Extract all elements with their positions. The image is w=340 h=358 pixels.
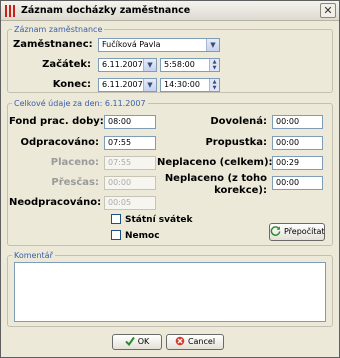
recalculate-button[interactable]: Přepočítat <box>269 223 325 241</box>
worked-label: Odpracováno: <box>20 137 99 148</box>
unpaid-total-label: Neplaceno (celkem): <box>157 157 273 168</box>
refresh-icon <box>270 226 281 236</box>
end-time-value: 14:30:00 <box>164 80 200 89</box>
checkbox-box[interactable] <box>111 230 121 240</box>
pass-label: Propustka: <box>205 137 267 148</box>
title-bar: Záznam docházky zaměstnance ✕ <box>1 1 339 21</box>
fund-label: Fond prac. doby: <box>9 116 104 127</box>
spinner-icon[interactable]: ▲ ▼ <box>209 59 219 71</box>
checkmark-icon <box>125 336 135 346</box>
start-date-picker[interactable]: 6.11.2007 ▼ <box>98 58 157 72</box>
start-date-value: 6.11.2007 <box>102 60 143 69</box>
unpaid-correction-label: Neplaceno (z toho korekce): <box>164 173 267 196</box>
end-label: Konec: <box>52 79 91 90</box>
start-time-input[interactable]: 5:58:00 ▲ ▼ <box>160 58 220 72</box>
vacation-label: Dovolená: <box>210 116 267 127</box>
chevron-down-icon[interactable]: ▼ <box>206 39 219 51</box>
sick-label: Nemoc <box>125 231 160 241</box>
end-time-input[interactable]: 14:30:00 ▲ ▼ <box>160 78 220 92</box>
overtime-field: 00:00 <box>104 176 156 190</box>
daily-totals-legend: Celkové údaje za den: 6.11.2007 <box>14 99 146 108</box>
comment-textarea[interactable] <box>14 262 326 322</box>
recalculate-label: Přepočítat <box>284 227 325 236</box>
end-date-picker[interactable]: 6.11.2007 ▼ <box>98 78 157 92</box>
dialog-window: Záznam docházky zaměstnance ✕ Záznam zam… <box>0 0 340 358</box>
unpaid-correction-field[interactable]: 00:00 <box>272 176 323 190</box>
ok-button[interactable]: OK <box>112 334 162 350</box>
employee-select-value: Fučíková Pavla <box>102 40 161 49</box>
close-icon: ✕ <box>323 4 333 17</box>
unworked-label: Neodpracováno: <box>9 197 102 208</box>
cancel-icon <box>175 336 185 346</box>
ok-label: OK <box>137 337 150 346</box>
start-label: Začátek: <box>42 59 91 70</box>
cancel-button[interactable]: Cancel <box>166 334 224 350</box>
cancel-label: Cancel <box>187 337 216 346</box>
end-date-value: 6.11.2007 <box>102 80 143 89</box>
sick-checkbox[interactable]: Nemoc <box>111 230 160 241</box>
overtime-label: Přesčas: <box>51 177 99 188</box>
chevron-down-icon[interactable]: ▼ <box>143 59 156 71</box>
checkbox-box[interactable] <box>111 214 121 224</box>
close-button[interactable]: ✕ <box>320 3 336 18</box>
pass-field[interactable]: 00:00 <box>272 136 323 150</box>
vacation-field[interactable]: 00:00 <box>272 115 323 129</box>
employee-label: Zaměstnanec: <box>13 39 93 50</box>
paid-field: 07:55 <box>104 156 156 170</box>
start-time-value: 5:58:00 <box>164 60 195 69</box>
window-title: Záznam docházky zaměstnance <box>21 5 191 16</box>
holiday-checkbox[interactable]: Státní svátek <box>111 214 192 225</box>
chevron-down-icon[interactable]: ▼ <box>143 79 156 91</box>
unworked-field: 00:05 <box>104 196 156 210</box>
bars-icon <box>5 5 17 17</box>
holiday-label: Státní svátek <box>125 215 193 225</box>
employee-select[interactable]: Fučíková Pavla ▼ <box>98 38 220 52</box>
worked-field[interactable]: 07:55 <box>104 136 156 150</box>
spinner-icon[interactable]: ▲ ▼ <box>209 79 219 91</box>
unpaid-total-field[interactable]: 00:29 <box>272 156 323 170</box>
comment-legend: Komentář <box>14 251 53 260</box>
fund-field[interactable]: 08:00 <box>104 115 156 129</box>
paid-label: Placeno: <box>50 157 99 168</box>
employee-record-legend: Záznam zaměstnance <box>14 25 103 34</box>
